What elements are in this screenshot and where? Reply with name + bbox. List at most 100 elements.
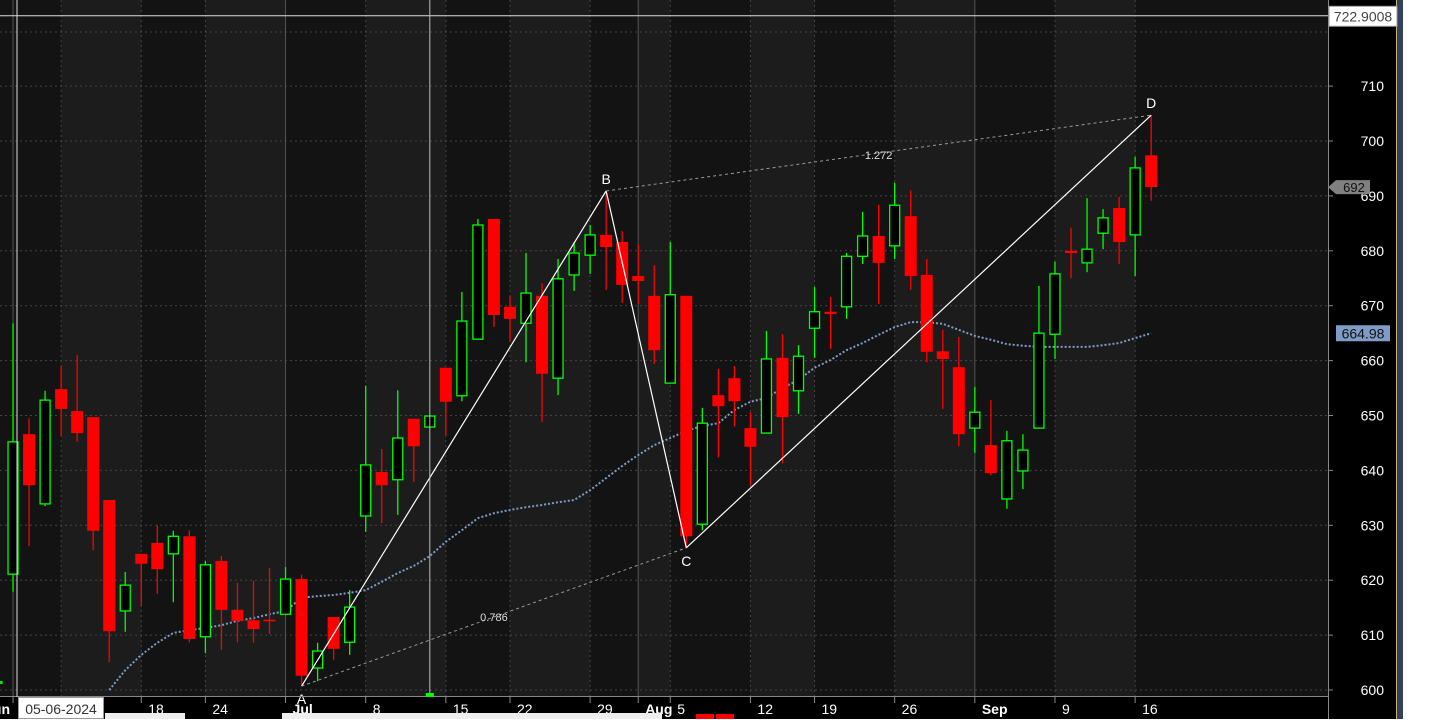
bottom-marker <box>716 714 734 719</box>
candle-body-down <box>728 378 741 402</box>
y-tick-label: 650 <box>1361 408 1385 424</box>
candle-body-up <box>552 278 564 379</box>
candle-body-down <box>375 472 388 486</box>
candle-body-up <box>119 584 131 612</box>
candle-body-down <box>904 216 917 277</box>
candlestick-chart[interactable]: ABCD0.7861.272 6006106206306406506606706… <box>0 0 1441 719</box>
candle-body-up <box>568 252 580 276</box>
candle-body-down <box>600 234 613 247</box>
x-tick-label: Sep <box>982 701 1008 717</box>
candle-body-down <box>487 218 500 316</box>
y-tick-label: 670 <box>1361 298 1385 314</box>
candle-body-up <box>1129 167 1141 236</box>
candle-body-up <box>1049 273 1061 335</box>
candle-body-up <box>1097 217 1109 234</box>
candle-body-up <box>1081 248 1093 264</box>
pattern-point-label: D <box>1146 95 1156 111</box>
candle-body-down <box>712 395 725 407</box>
crosshair-marker <box>425 693 434 697</box>
candle-body-down <box>824 311 837 314</box>
background-band <box>1054 0 1136 697</box>
candle-body-up <box>520 292 532 324</box>
candle-body-down <box>1145 155 1158 188</box>
pattern-point-label: C <box>681 553 691 569</box>
candle-body-up <box>472 224 484 340</box>
candle-body-up <box>856 235 869 257</box>
candle-body-up <box>808 311 821 329</box>
candle-body-down <box>936 351 949 359</box>
x-tick-label: 12 <box>757 701 773 717</box>
x-tick-label: 16 <box>1142 701 1158 717</box>
candle-body-down <box>920 274 933 352</box>
y-tick-label: 640 <box>1361 462 1385 478</box>
candle-body-down <box>952 367 965 435</box>
bottom-tab <box>282 713 662 719</box>
background-band <box>365 0 446 697</box>
bottom-marker <box>696 714 714 719</box>
candle-body-down <box>536 295 549 374</box>
candle-body-down <box>247 620 260 630</box>
candle-body-up <box>889 204 901 247</box>
x-tick-label: 26 <box>902 701 918 717</box>
candle-body-up <box>39 399 51 505</box>
candle-body-down <box>71 411 84 434</box>
candle-body-up <box>344 606 356 643</box>
candle-body-down <box>23 434 36 486</box>
candle-body-up <box>969 411 981 429</box>
candle-body-down <box>632 276 645 281</box>
background-band <box>509 0 591 697</box>
candle-body-up <box>664 294 676 384</box>
candle-body-down <box>680 295 693 537</box>
y-tick-label: 630 <box>1361 517 1385 533</box>
ma-value-label: 664.98 <box>1342 325 1385 341</box>
x-tick-label: 24 <box>212 701 228 717</box>
y-tick-label: 620 <box>1361 572 1385 588</box>
candle-body-up <box>199 564 212 638</box>
y-tick-label: 710 <box>1361 78 1385 94</box>
candle-body-down <box>135 553 148 564</box>
right-edge-strip <box>1397 0 1403 719</box>
candle-body-down <box>231 609 244 621</box>
candle-body-up <box>840 255 853 308</box>
candle-body-up <box>360 464 372 517</box>
candle-body-down <box>1113 207 1126 243</box>
candle-body-down <box>439 367 452 402</box>
candle-body-down <box>872 235 885 263</box>
ac-ratio-label: 0.786 <box>480 612 508 624</box>
candle-body-up <box>167 535 179 555</box>
candle-body-down <box>744 428 757 447</box>
x-tick-label: 5 <box>677 701 685 717</box>
candle-body-up <box>1017 449 1029 472</box>
candle-body-down <box>215 560 228 610</box>
candle-body-up <box>456 320 468 397</box>
crosshair-price-label: 722.9008 <box>1334 8 1393 24</box>
bottom-tab <box>105 713 185 719</box>
y-tick-label: 700 <box>1361 133 1385 149</box>
candle-body-up <box>392 437 404 481</box>
candle-body-down <box>151 542 164 570</box>
candle-body-up <box>696 422 708 525</box>
background-band <box>894 0 975 697</box>
candle-body-up <box>584 234 596 256</box>
y-tick-label: 660 <box>1361 353 1385 369</box>
bd-ratio-label: 1.272 <box>865 150 893 162</box>
y-tick-label: 600 <box>1361 682 1385 698</box>
candle-body-down <box>984 445 997 474</box>
candle-body-up <box>760 358 773 434</box>
crosshair-date-label: 05-06-2024 <box>18 697 104 719</box>
candle-body-up <box>792 355 805 392</box>
candle-body-down <box>263 619 276 622</box>
candle-body-down <box>648 295 661 351</box>
candle-body-down <box>503 306 516 319</box>
candle-body-down <box>295 579 308 676</box>
candle-body-up <box>1001 440 1013 500</box>
candle-body-down <box>183 536 196 639</box>
candle-body-up <box>0 681 3 684</box>
candle-body-up <box>1033 332 1045 429</box>
candle-body-down <box>407 418 420 447</box>
candle-body-down <box>87 417 100 531</box>
x-tick-label: 9 <box>1062 701 1070 717</box>
y-tick-label: 610 <box>1361 627 1385 643</box>
last-price-label: 692 <box>1343 180 1365 195</box>
x-tick-label: Jun <box>0 701 10 717</box>
